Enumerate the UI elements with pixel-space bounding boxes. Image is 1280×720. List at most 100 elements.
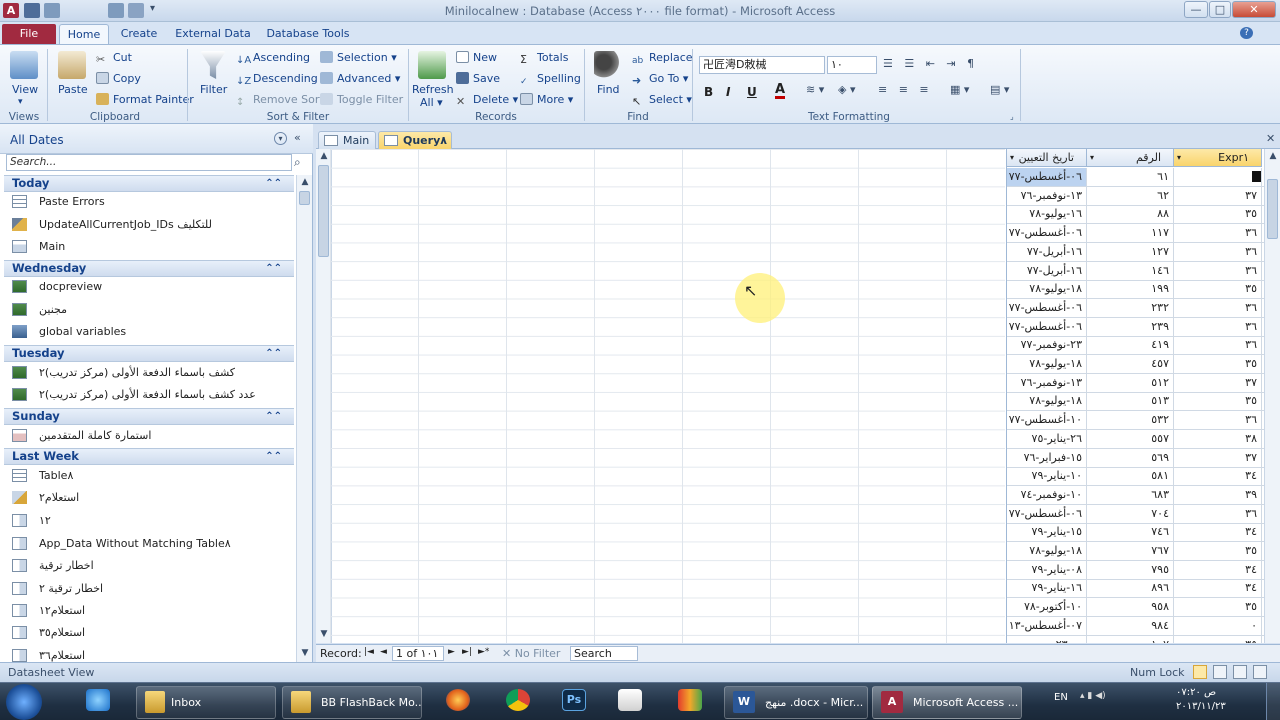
hire-date-cell[interactable]: ١٠-نوفمبر-٧٤: [1007, 485, 1087, 504]
nav-item-main[interactable]: Main: [12, 237, 292, 257]
hire-date-cell[interactable]: ٠٦-أغسطس-٧٧: [1007, 317, 1087, 336]
expr1-cell[interactable]: ٣٦: [1174, 298, 1262, 317]
number-cell[interactable]: ٧٤٦: [1087, 523, 1174, 542]
remove-sort-button[interactable]: ↕ Remove Sort: [236, 93, 324, 109]
col-header-hire-date[interactable]: ▾ تاريخ التعيين: [1007, 149, 1087, 167]
no-filter-button[interactable]: ✕ No Filter: [502, 647, 560, 660]
nav-group-wednesday[interactable]: Wednesday ⌃⌃: [4, 260, 294, 277]
search-icon[interactable]: ⌕: [294, 155, 301, 170]
nav-item-query36[interactable]: استعلام٣٦: [12, 646, 292, 662]
collapse-group-icon[interactable]: ⌃⌃: [265, 449, 282, 464]
nav-menu-chevron-icon[interactable]: ▾: [274, 132, 287, 145]
start-button[interactable]: [6, 684, 42, 720]
nav-item-paste-errors[interactable]: Paste Errors: [12, 192, 292, 212]
expr1-cell[interactable]: ٣٦: [1174, 504, 1262, 523]
hire-date-cell[interactable]: ١٥-يناير-٧٩: [1007, 523, 1087, 542]
number-cell[interactable]: ٧٦٧: [1087, 542, 1174, 560]
scroll-down-icon[interactable]: ▼: [298, 646, 312, 660]
scroll-thumb[interactable]: [299, 191, 310, 205]
number-cell[interactable]: ٨٨: [1087, 205, 1174, 224]
next-record-icon[interactable]: ►: [448, 647, 455, 657]
advanced-button[interactable]: Advanced ▾: [320, 72, 400, 85]
number-cell[interactable]: ٥٨١: [1087, 467, 1174, 486]
table-row[interactable]: ١٠-أغسطس-٧٧ ٥٣٢ ٣٦: [1007, 411, 1266, 431]
table-row[interactable]: ١٣-نوفمبر-٧٦ ٦٢ ٣٧: [1007, 186, 1266, 206]
refresh-all-button[interactable]: Refresh: [412, 83, 454, 96]
expr1-cell[interactable]: ٣٦: [1174, 261, 1262, 280]
hire-date-cell[interactable]: ١٠-أغسطس-٧٧: [1007, 411, 1087, 430]
collapse-group-icon[interactable]: ⌃⌃: [265, 261, 282, 276]
table-row[interactable]: ١٨-يوليو-٧٨ ٧٦٧ ٣٥: [1007, 542, 1266, 561]
expr1-cell[interactable]: ٣٥: [1174, 598, 1262, 617]
align-buttons[interactable]: ≡ ≡ ≡: [878, 83, 933, 96]
taskbar-inbox[interactable]: Inbox: [136, 686, 276, 719]
nav-search-input[interactable]: Search...: [6, 154, 292, 171]
expr1-cell[interactable]: ٣٧: [1174, 448, 1262, 467]
nav-group-today[interactable]: Today ⌃⌃: [4, 175, 294, 192]
number-cell[interactable]: ١٩٩: [1087, 280, 1174, 299]
tab-home[interactable]: Home: [59, 24, 109, 44]
nav-item-report-2[interactable]: مجنين: [12, 300, 292, 320]
nav-scrollbar[interactable]: ▲ ▼: [296, 175, 312, 662]
fill-color-icon[interactable]: ◈ ▾: [838, 83, 855, 96]
refresh-all-label[interactable]: All ▾: [420, 96, 443, 109]
close-document-icon[interactable]: ✕: [1266, 132, 1275, 145]
nav-group-last-week[interactable]: Last Week ⌃⌃: [4, 448, 294, 465]
hire-date-cell[interactable]: ١٦-يناير-٧٩: [1007, 579, 1087, 598]
italic-button[interactable]: I: [726, 85, 730, 99]
totals-button[interactable]: Σ Totals: [520, 51, 568, 66]
expr1-cell[interactable]: ٣٥: [1174, 280, 1262, 299]
expr1-cell[interactable]: ٣٨: [1174, 429, 1262, 448]
table-row[interactable]: ٠٦-أغسطس-٧٧ ٧٠٤ ٣٦: [1007, 504, 1266, 524]
alt-row-color-icon[interactable]: ▤ ▾: [990, 83, 1009, 96]
nav-group-tuesday[interactable]: Tuesday ⌃⌃: [4, 345, 294, 362]
hire-date-cell[interactable]: ٠٦-أغسطس-٧٧: [1007, 504, 1087, 523]
help-icon[interactable]: ?: [1240, 27, 1253, 39]
number-cell[interactable]: ٤١٩: [1087, 336, 1174, 355]
bold-button[interactable]: B: [704, 85, 713, 99]
number-cell[interactable]: ٨٩٦: [1087, 579, 1174, 598]
more-button[interactable]: More ▾: [520, 93, 573, 106]
number-cell[interactable]: ٦٨٣: [1087, 485, 1174, 504]
hire-date-cell[interactable]: ٠٨-يناير-٧٩: [1007, 560, 1087, 579]
number-cell[interactable]: ٢٣٩: [1087, 317, 1174, 336]
app-icon[interactable]: [678, 689, 702, 711]
number-cell[interactable]: ١٢٧: [1087, 242, 1174, 261]
replace-button[interactable]: ab Replace: [632, 51, 693, 68]
number-cell[interactable]: ٢٣٢: [1087, 298, 1174, 317]
filter-button[interactable]: Filter: [200, 83, 227, 96]
hire-date-cell[interactable]: ٢٣-نوفمبر-٧٧: [1007, 336, 1087, 355]
expr1-cell[interactable]: ٣٤: [1174, 523, 1262, 542]
table-row[interactable]: ١٨-يوليو-٧٨ ٥١٣ ٣٥: [1007, 392, 1266, 412]
goto-button[interactable]: ➜ Go To ▾: [632, 72, 688, 87]
hire-date-cell[interactable]: ٠٦-أغسطس-٧٧: [1007, 298, 1087, 317]
number-cell[interactable]: ١١٧: [1087, 224, 1174, 243]
table-row[interactable]: ١٣-نوفمبر-٧٦ ٥١٢ ٣٧: [1007, 373, 1266, 393]
media-player-icon[interactable]: [618, 689, 642, 711]
cut-button[interactable]: ✂ Cut: [96, 51, 132, 66]
table-row[interactable]: ١٠-نوفمبر-٧٤ ٦٨٣ ٣٩: [1007, 485, 1266, 505]
table-row[interactable]: ٠٨-يناير-٧٩ ٧٩٥ ٣٤: [1007, 560, 1266, 580]
table-row[interactable]: ٠٧-أغسطس-١٣ ٩٨٤ ٠: [1007, 616, 1266, 636]
expr1-cell[interactable]: ٣٩: [1174, 485, 1262, 504]
copy-button[interactable]: Copy: [96, 72, 141, 85]
minimize-button[interactable]: —: [1184, 1, 1208, 18]
new-record-button[interactable]: New: [456, 51, 497, 64]
select-button[interactable]: ↖ Select ▾: [632, 93, 692, 108]
gridlines-icon[interactable]: ▦ ▾: [950, 83, 969, 96]
hire-date-cell[interactable]: ١٨-يوليو-٧٨: [1007, 542, 1087, 560]
ie-icon[interactable]: [86, 689, 110, 711]
table-row[interactable]: ١٨-يوليو-٧٨ ٤٥٧ ٣٥: [1007, 355, 1266, 374]
scroll-thumb[interactable]: [1267, 179, 1278, 239]
expr1-cell[interactable]: ٣٦: [1174, 242, 1262, 261]
font-name-select[interactable]: 卍匠澚D敇械: [699, 56, 825, 74]
table-row[interactable]: ٠٦-أغسطس-٧٧ ٢٣٩ ٣٦: [1007, 317, 1266, 337]
font-color-icon[interactable]: A: [775, 83, 786, 99]
design-view-icon[interactable]: [1253, 665, 1267, 679]
hire-date-cell[interactable]: ١٨-يوليو-٧٨: [1007, 280, 1087, 299]
delete-record-button[interactable]: ✕ Delete ▾: [456, 93, 518, 108]
view-button[interactable]: View: [12, 83, 38, 96]
number-cell[interactable]: ٥٥٧: [1087, 429, 1174, 448]
doc-tab-main[interactable]: Main: [318, 131, 376, 149]
scroll-up-icon[interactable]: ▲: [317, 149, 331, 163]
